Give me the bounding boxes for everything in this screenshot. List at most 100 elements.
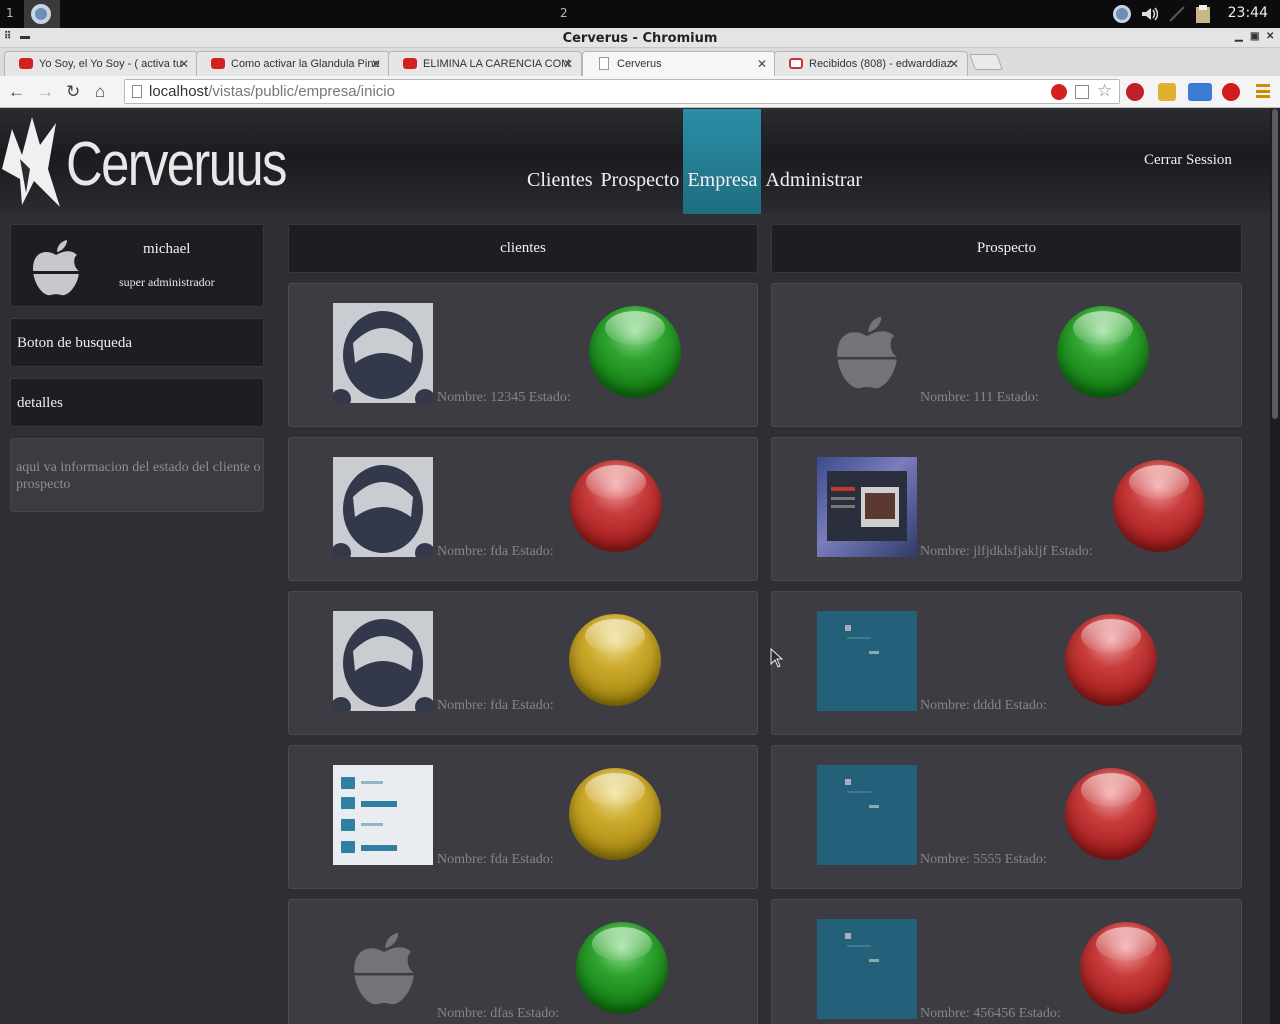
status-red-indicator (1065, 768, 1157, 860)
nav-administrar[interactable]: Administrar (761, 109, 866, 214)
translate-icon[interactable] (1075, 85, 1089, 99)
prospect-label: Nombre: dddd Estado: (920, 698, 1047, 713)
tab-close-icon[interactable]: ✕ (563, 57, 573, 71)
client-label: Nombre: 12345 Estado: (437, 390, 571, 405)
tab-4-active[interactable]: Cerverus ✕ (582, 51, 776, 76)
youtube-icon (403, 58, 417, 69)
status-red-indicator (1080, 922, 1172, 1014)
adblock-icon[interactable] (1126, 83, 1144, 101)
prospect-card[interactable]: Nombre: 456456 Estado: (771, 899, 1242, 1024)
client-label: Nombre: fda Estado: (437, 544, 554, 559)
tab-label: Cerverus (617, 58, 662, 70)
status-yellow-indicator (569, 768, 661, 860)
volume-icon[interactable] (1140, 5, 1158, 23)
window-title: Cerverus - Chromium (562, 31, 718, 46)
tab-label: Como activar la Glandula Pine (231, 58, 380, 70)
window-titlebar: ⠿ ▬ Cerverus - Chromium ▁ ▣ ✕ (0, 28, 1280, 48)
page-scrollbar[interactable] (1270, 109, 1280, 1024)
client-label: Nombre: fda Estado: (437, 852, 554, 867)
maximize-icon[interactable]: ▣ (1250, 31, 1259, 42)
logout-link[interactable]: Cerrar Session (1144, 152, 1232, 169)
tab-2[interactable]: Como activar la Glandula Pine ✕ (196, 51, 390, 76)
new-extension-icon[interactable] (1188, 83, 1212, 101)
prospects-column-header[interactable]: Prospecto (771, 224, 1242, 273)
chromium-icon (31, 4, 51, 24)
nav-clientes[interactable]: Clientes (523, 109, 597, 214)
prospect-card[interactable]: Nombre: 111 Estado: (771, 283, 1242, 427)
site-header: Cerveruus Clientes Prospecto Empresa Adm… (0, 109, 1270, 214)
tab-close-icon[interactable]: ✕ (757, 57, 767, 71)
youtube-icon (211, 58, 225, 69)
power-extension-icon[interactable] (1222, 83, 1240, 101)
user-name: michael (143, 241, 191, 257)
status-yellow-indicator (569, 614, 661, 706)
home-icon[interactable]: ⌂ (95, 82, 105, 102)
client-card[interactable]: Nombre: fda Estado: (288, 437, 758, 581)
prospect-card[interactable]: Nombre: 5555 Estado: (771, 745, 1242, 889)
tab-strip: Yo Soy, el Yo Soy - ( activa tu ✕ Como a… (0, 48, 1280, 76)
minimize-icon[interactable]: ▁ (1235, 31, 1243, 42)
workspace-1[interactable]: 1 (6, 6, 14, 20)
status-info-panel: aqui va informacion del estado del clien… (10, 438, 264, 512)
forward-icon[interactable]: → (37, 82, 54, 102)
nav-prospecto[interactable]: Prospecto (597, 109, 684, 214)
libre-informacion-thumbnail (333, 765, 433, 865)
chrome-menu-icon[interactable] (1256, 84, 1270, 98)
status-green-indicator (1057, 306, 1149, 398)
gmail-icon (789, 58, 803, 69)
status-green-indicator (576, 922, 668, 1014)
bookmark-star-icon[interactable]: ☆ (1097, 81, 1112, 101)
status-red-indicator (570, 460, 662, 552)
user-profile: michael super administrador (10, 224, 264, 307)
apple-avatar-icon (29, 240, 83, 296)
status-red-indicator (1065, 614, 1157, 706)
clipboard-icon[interactable] (1192, 3, 1214, 25)
prospect-label: Nombre: 456456 Estado: (920, 1006, 1061, 1021)
new-tab-button[interactable] (969, 54, 1003, 70)
tab-1[interactable]: Yo Soy, el Yo Soy - ( activa tu ✕ (4, 51, 198, 76)
clock: 23:44 (1227, 5, 1268, 21)
astronaut-thumbnail (333, 303, 433, 403)
screenshot-thumbnail (817, 457, 917, 557)
tab-label: Recibidos (808) - edwarddiaz (809, 58, 953, 70)
address-bar[interactable]: localhost/vistas/public/empresa/inicio ☆ (124, 79, 1120, 104)
workspace-2[interactable]: 2 (560, 6, 568, 20)
search-button[interactable]: Boton de busqueda (10, 318, 264, 367)
chromium-tray-icon[interactable] (1113, 5, 1131, 23)
prospect-card[interactable]: Nombre: jlfjdklsfjakljf Estado: (771, 437, 1242, 581)
extension-icon[interactable] (1158, 83, 1176, 101)
chromium-task-button[interactable] (24, 0, 60, 28)
cerveruus-logo-icon (2, 117, 60, 207)
page-icon (132, 85, 142, 98)
pro-extension-icon[interactable] (1051, 84, 1067, 100)
blue-page-thumbnail (817, 611, 917, 711)
url-text[interactable]: localhost/vistas/public/empresa/inicio (149, 83, 395, 100)
reload-icon[interactable]: ↻ (66, 82, 80, 102)
nav-empresa[interactable]: Empresa (683, 109, 762, 214)
details-button[interactable]: detalles (10, 378, 264, 427)
user-role: super administrador (119, 275, 215, 289)
logo-text: Cerveruus (66, 130, 287, 199)
clients-column-header[interactable]: clientes (288, 224, 758, 273)
tab-close-icon[interactable]: ✕ (371, 57, 381, 71)
tab-close-icon[interactable]: ✕ (179, 57, 189, 71)
tab-5[interactable]: Recibidos (808) - edwarddiaz ✕ (774, 51, 968, 76)
tab-3[interactable]: ELIMINA LA CARENCIA COM ✕ (388, 51, 582, 76)
client-card[interactable]: Nombre: 12345 Estado: (288, 283, 758, 427)
status-green-indicator (589, 306, 681, 398)
status-red-indicator (1113, 460, 1205, 552)
tab-label: ELIMINA LA CARENCIA COM (423, 58, 571, 70)
close-window-icon[interactable]: ✕ (1266, 31, 1274, 42)
client-card[interactable]: Nombre: fda Estado: (288, 745, 758, 889)
client-card[interactable]: Nombre: fda Estado: (288, 591, 758, 735)
page-icon (599, 57, 609, 70)
network-icon[interactable] (1168, 5, 1186, 23)
back-icon[interactable]: ← (8, 82, 25, 102)
scrollbar-thumb[interactable] (1272, 109, 1278, 419)
browser-toolbar: ← → ↻ ⌂ localhost/vistas/public/empresa/… (0, 76, 1280, 108)
prospect-label: Nombre: 5555 Estado: (920, 852, 1047, 867)
prospect-card[interactable]: Nombre: dddd Estado: (771, 591, 1242, 735)
youtube-icon (19, 58, 33, 69)
client-card[interactable]: Nombre: dfas Estado: (288, 899, 758, 1024)
tab-close-icon[interactable]: ✕ (949, 57, 959, 71)
